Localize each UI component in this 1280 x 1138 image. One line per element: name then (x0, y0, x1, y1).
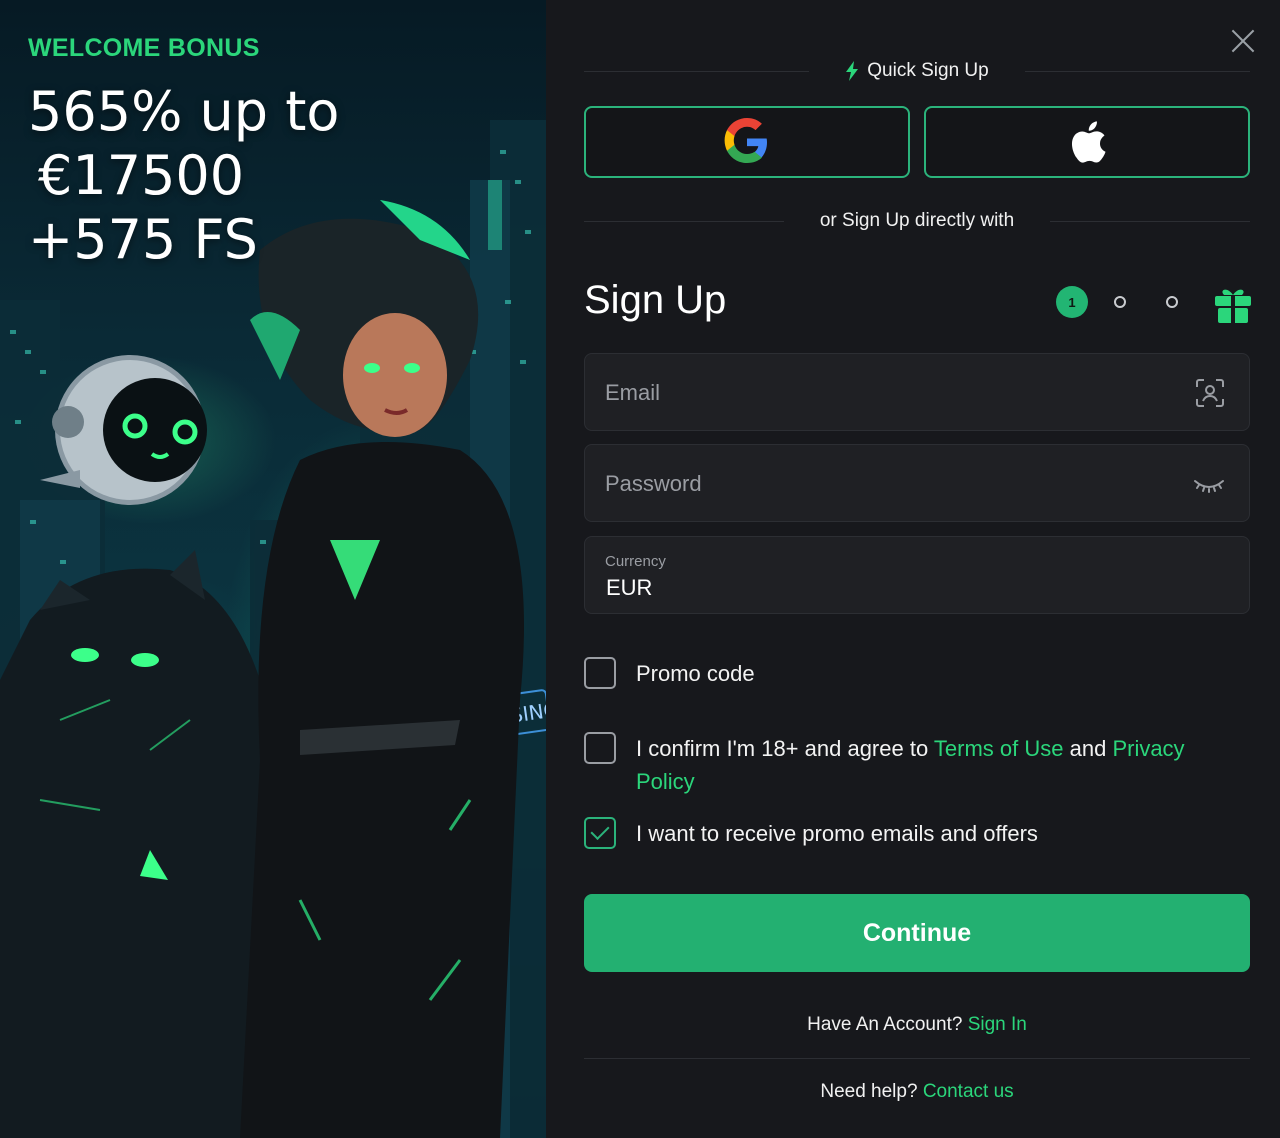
contact-us-link[interactable]: Contact us (923, 1081, 1014, 1102)
gift-icon (1215, 289, 1251, 323)
close-icon[interactable] (1230, 28, 1256, 54)
or-signup-label: or Sign Up directly with (819, 210, 1015, 231)
bonus-line-3: +575 FS (28, 208, 258, 271)
lightning-icon (846, 61, 859, 81)
quick-signup-divider: Quick Sign Up (584, 60, 1251, 82)
direct-signup-divider: or Sign Up directly with (584, 210, 1251, 232)
divider-line (1024, 70, 1251, 72)
continue-button[interactable]: Continue (584, 894, 1250, 972)
currency-value: EUR (606, 575, 653, 600)
google-icon (724, 118, 767, 163)
promo-code-checkbox[interactable] (584, 657, 616, 689)
need-help-label: Need help? (820, 1081, 918, 1102)
bonus-headline: 565% up to €17500 +575 FS (28, 80, 528, 272)
promo-emails-label: I want to receive promo emails and offer… (636, 821, 1038, 846)
face-scan-icon[interactable] (1195, 378, 1225, 408)
signup-panel: Quick Sign Up or Sign Up directly with S… (546, 0, 1280, 1138)
welcome-bonus-label: WELCOME BONUS (28, 34, 260, 62)
sign-in-link[interactable]: Sign In (968, 1014, 1027, 1035)
eye-closed-icon[interactable] (1193, 469, 1225, 499)
help-prompt: Need help? Contact us (584, 1081, 1250, 1103)
promo-emails-checkbox[interactable] (584, 817, 616, 849)
quick-signup-label: Quick Sign Up (867, 60, 989, 81)
bonus-line-1: 565% up to (28, 80, 340, 143)
page-title: Sign Up (584, 278, 727, 322)
robot-icon (40, 355, 207, 505)
terms-middle: and (1063, 736, 1113, 761)
password-field[interactable]: Password (584, 444, 1250, 522)
currency-select[interactable]: Currency EUR (584, 536, 1250, 614)
social-signup-buttons (584, 106, 1250, 178)
promo-code-label: Promo code (636, 661, 755, 686)
terms-prefix: I confirm I'm 18+ and agree to (636, 736, 934, 761)
have-account-label: Have An Account? (807, 1014, 963, 1035)
terms-label: I confirm I'm 18+ and agree to Terms of … (636, 732, 1236, 798)
step-indicator: 1 (1056, 284, 1252, 324)
step-3-dot (1166, 296, 1178, 308)
quick-signup-heading: Quick Sign Up (809, 60, 1024, 82)
terms-agreement: I confirm I'm 18+ and agree to Terms of … (584, 732, 1250, 798)
divider-line (584, 70, 810, 72)
step-2-dot (1114, 296, 1126, 308)
promo-code-toggle[interactable]: Promo code (584, 657, 1250, 690)
currency-label: Currency (605, 553, 666, 570)
email-placeholder: Email (605, 380, 661, 405)
promo-banner: CASINO (0, 0, 546, 1138)
email-field[interactable]: Email (584, 353, 1250, 431)
apple-icon (1071, 121, 1106, 163)
sign-in-prompt: Have An Account? Sign In (584, 1014, 1250, 1036)
divider-line (1050, 220, 1251, 222)
apple-signup-button[interactable] (924, 106, 1250, 178)
step-1-current: 1 (1056, 286, 1088, 318)
footer-divider (584, 1058, 1250, 1059)
divider-line (584, 220, 784, 222)
terms-of-use-link[interactable]: Terms of Use (934, 736, 1064, 761)
password-placeholder: Password (605, 471, 702, 496)
promo-emails-toggle[interactable]: I want to receive promo emails and offer… (584, 817, 1250, 850)
google-signup-button[interactable] (584, 106, 910, 178)
terms-checkbox[interactable] (584, 732, 616, 764)
bonus-line-2: €17500 (38, 144, 245, 207)
